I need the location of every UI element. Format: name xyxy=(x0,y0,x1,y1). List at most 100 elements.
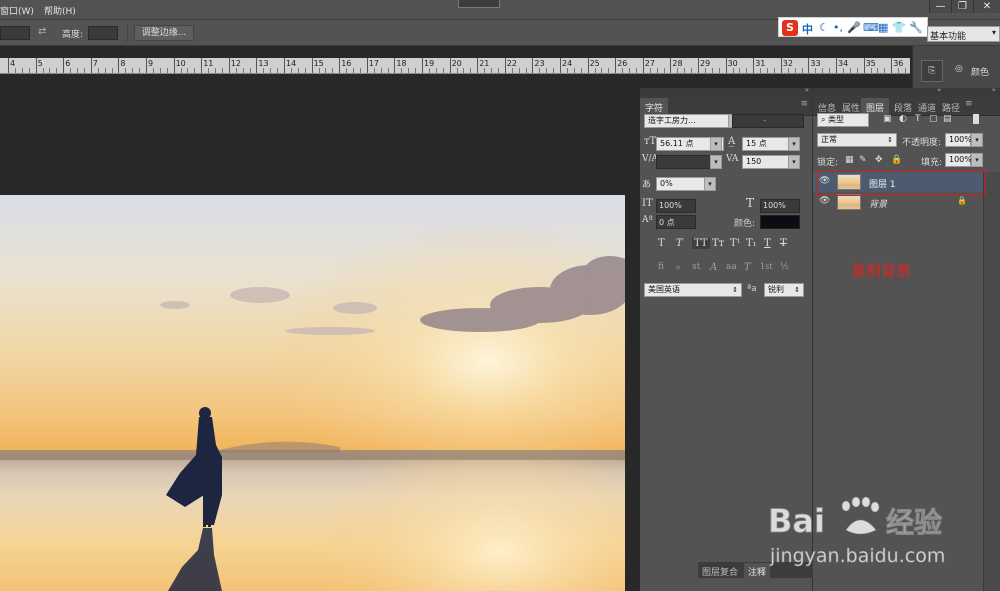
ruler-major-tick xyxy=(504,58,506,73)
filter-shape-icon[interactable]: ▢ xyxy=(929,114,938,124)
minimize-button[interactable]: — xyxy=(929,0,951,13)
wrench-icon[interactable]: 🔧 xyxy=(909,21,923,34)
close-button[interactable]: ✕ xyxy=(973,0,1000,13)
swash-button[interactable]: A xyxy=(710,262,717,273)
vertical-scale-field[interactable]: 100% xyxy=(656,199,696,213)
faux-bold-button[interactable]: T xyxy=(658,238,665,249)
shirt-icon[interactable]: 👕 xyxy=(892,21,906,34)
ruler-minor-tick xyxy=(159,68,161,73)
ruler-minor-tick xyxy=(104,68,106,73)
fill-field[interactable]: 100% xyxy=(945,153,972,167)
ruler-minor-tick xyxy=(525,68,527,73)
ruler-minor-tick xyxy=(635,68,637,73)
baseline-shift-field[interactable]: 0 点 xyxy=(656,215,696,229)
lock-move-icon[interactable]: ✥ xyxy=(875,155,883,165)
panel-collapse-bar[interactable]: « » xyxy=(813,86,1000,96)
panel-menu-icon[interactable]: ≡ xyxy=(800,99,808,109)
font-style-select[interactable]: - xyxy=(732,114,804,128)
ruler-label: 12 xyxy=(230,59,241,68)
ruler-major-tick xyxy=(35,58,37,73)
collapse-icon[interactable]: » xyxy=(805,86,809,94)
filter-toggle[interactable] xyxy=(973,114,979,124)
superscript-button[interactable]: T¹ xyxy=(730,238,741,249)
blend-mode-select[interactable]: 正常 ⇕ xyxy=(817,133,897,147)
discretionary-ligatures-button[interactable]: st xyxy=(692,262,700,272)
strikethrough-button[interactable]: T xyxy=(780,238,787,249)
ruler-minor-tick xyxy=(332,68,334,73)
fractions-button[interactable]: ½ xyxy=(780,262,789,272)
contextual-alternates-button[interactable]: ℴ xyxy=(676,262,680,272)
lock-all-icon[interactable]: 🔒 xyxy=(891,155,902,165)
lock-transparency-icon[interactable]: ▦ xyxy=(845,155,854,165)
opacity-label: 不透明度: xyxy=(902,138,942,148)
workspace-select[interactable]: 基本功能 ▾ xyxy=(927,26,1000,42)
chevron-down-icon[interactable]: ▾ xyxy=(704,177,716,191)
sogou-logo-icon[interactable]: S xyxy=(782,20,798,36)
chevron-down-icon[interactable]: ▾ xyxy=(788,137,800,151)
restore-button[interactable]: ❐ xyxy=(951,0,973,13)
chevron-down-icon[interactable]: ▾ xyxy=(710,137,722,151)
font-style-value: - xyxy=(763,116,767,126)
text-color-swatch[interactable] xyxy=(760,215,800,229)
ordinals-button[interactable]: 1st xyxy=(760,262,772,271)
layer-name[interactable]: 背景 xyxy=(869,197,887,210)
stylistic-alternates-button[interactable]: aa xyxy=(726,262,737,272)
color-panel-button[interactable]: ◎ 颜色 xyxy=(953,64,997,78)
history-icon[interactable]: ⎘ xyxy=(921,60,943,82)
faux-italic-button[interactable]: T xyxy=(676,238,683,249)
collapse-icon[interactable]: » xyxy=(992,86,996,94)
moon-icon[interactable]: ☾ xyxy=(819,21,829,34)
titling-alternates-button[interactable]: T xyxy=(744,262,751,273)
subscript-button[interactable]: T₁ xyxy=(746,238,757,249)
ruler-major-tick xyxy=(201,58,203,73)
lock-paint-icon[interactable]: ✎ xyxy=(859,155,867,165)
ligatures-button[interactable]: fi xyxy=(658,262,664,272)
ruler-major-tick xyxy=(256,58,258,73)
panel-menu-icon[interactable]: ≡ xyxy=(965,99,973,109)
panel-collapse-bar[interactable]: » xyxy=(640,86,813,96)
collapse-icon[interactable]: « xyxy=(937,86,941,94)
menu-window[interactable]: 窗口(W) xyxy=(0,4,34,17)
font-family-select[interactable]: 造字工房力... xyxy=(644,114,740,128)
swap-icon[interactable]: ⇄ xyxy=(38,26,46,37)
window-arrange-handle[interactable] xyxy=(458,0,500,8)
grid-icon[interactable]: ▦ xyxy=(878,21,888,34)
filter-type-icon[interactable]: T xyxy=(915,114,921,124)
ruler-major-tick xyxy=(339,58,341,73)
ruler-label: 21 xyxy=(479,59,490,68)
ruler-major-tick xyxy=(780,58,782,73)
tab-layer-comps[interactable]: 图层复合 xyxy=(702,565,738,578)
punctuation-icon[interactable]: •, xyxy=(833,21,843,34)
ime-mode-toggle[interactable]: 中 xyxy=(802,21,813,37)
keyboard-icon[interactable]: ⌨ xyxy=(863,21,879,34)
height-field[interactable] xyxy=(88,26,118,40)
menu-help[interactable]: 帮助(H) xyxy=(44,4,76,17)
antialias-select[interactable]: 锐利 ⇕ xyxy=(764,283,804,297)
language-select[interactable]: 美国英语 ⇕ xyxy=(644,283,742,297)
width-field[interactable] xyxy=(0,26,30,40)
chevron-down-icon[interactable]: ▾ xyxy=(971,153,983,167)
horizontal-ruler[interactable]: 4 5 6 7 8 9 10 11 12 13 14 15 16 17 18 19 20 21 22 23 24 25 26… xyxy=(0,58,910,74)
chevron-down-icon[interactable]: ▾ xyxy=(971,133,983,147)
ruler-minor-tick xyxy=(711,68,713,73)
document-image[interactable] xyxy=(0,195,625,591)
all-caps-button[interactable]: TT xyxy=(692,238,710,249)
horizontal-scale-field[interactable]: 100% xyxy=(760,199,800,213)
ruler-label: 27 xyxy=(644,59,655,68)
small-caps-button[interactable]: Tт xyxy=(712,238,724,249)
chevron-down-icon[interactable]: ▾ xyxy=(788,155,800,169)
microphone-icon[interactable]: 🎤 xyxy=(847,21,861,34)
ruler-minor-tick xyxy=(822,68,824,73)
opacity-field[interactable]: 100% xyxy=(945,133,972,147)
refine-edge-button[interactable]: 调整边缘... xyxy=(134,25,194,41)
ruler-label: 32 xyxy=(782,59,793,68)
ruler-minor-tick xyxy=(49,68,51,73)
filter-smart-object-icon[interactable]: ▤ xyxy=(943,114,952,124)
filter-adjustment-icon[interactable]: ◐ xyxy=(899,114,907,124)
filter-pixel-icon[interactable]: ▣ xyxy=(883,114,892,124)
underline-button[interactable]: T xyxy=(764,238,771,249)
filter-kind-select[interactable]: ⌕ 类型 xyxy=(817,113,869,127)
ruler-minor-tick xyxy=(290,68,292,73)
chevron-down-icon[interactable]: ▾ xyxy=(710,155,722,169)
eye-icon[interactable]: 👁 xyxy=(819,196,830,206)
